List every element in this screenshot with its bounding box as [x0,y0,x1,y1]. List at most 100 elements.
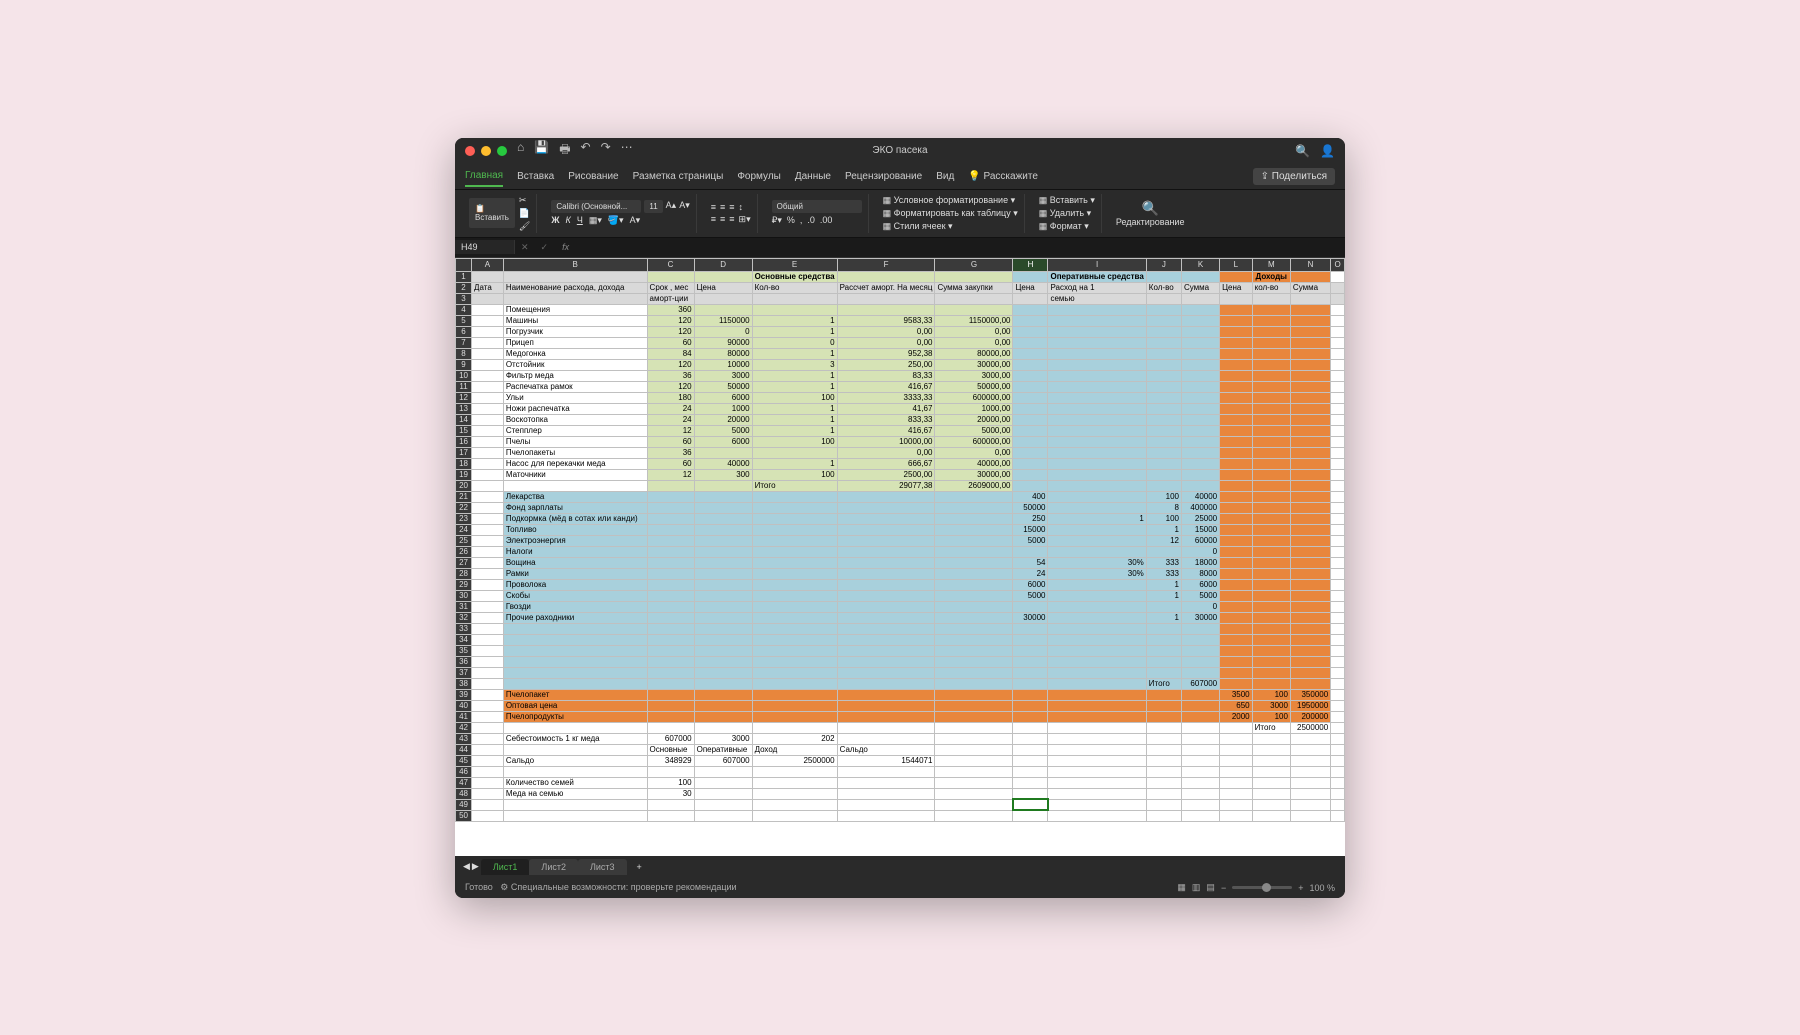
cell[interactable] [647,546,694,557]
cell[interactable] [1252,491,1290,502]
cell[interactable] [1048,524,1146,535]
cell[interactable] [694,293,752,304]
cell[interactable]: Машины [503,315,647,326]
cell[interactable]: 5000 [694,425,752,436]
save-icon[interactable]: 💾 [534,140,549,161]
cell[interactable] [1013,711,1048,722]
cell[interactable] [1252,667,1290,678]
cell[interactable]: Фонд зарплаты [503,502,647,513]
cell[interactable]: Сумма [1181,282,1219,293]
col-header[interactable]: H [1013,258,1048,271]
cell[interactable]: 20000,00 [935,414,1013,425]
cell[interactable] [1181,370,1219,381]
cell[interactable] [752,491,837,502]
cell[interactable] [1013,766,1048,777]
cell[interactable]: 2500000 [752,755,837,766]
view-break-icon[interactable]: ▤ [1206,882,1215,893]
cell[interactable] [935,711,1013,722]
cell[interactable]: Лекарства [503,491,647,502]
cell[interactable] [935,656,1013,667]
cell[interactable] [1146,392,1181,403]
cell[interactable] [472,700,504,711]
cell[interactable] [1290,788,1330,799]
cell[interactable] [1220,623,1253,634]
cell[interactable] [647,722,694,733]
cell[interactable] [472,590,504,601]
cell[interactable] [1146,667,1181,678]
cell[interactable] [752,601,837,612]
cell[interactable]: кол-во [1252,282,1290,293]
cell[interactable] [1220,755,1253,766]
cell[interactable] [472,557,504,568]
cell[interactable] [935,612,1013,623]
cell[interactable] [1220,733,1253,744]
zoom-out[interactable]: − [1221,883,1226,893]
cell[interactable] [694,546,752,557]
cell[interactable] [1220,557,1253,568]
cell[interactable] [935,524,1013,535]
cell[interactable] [1331,381,1345,392]
cell[interactable] [694,612,752,623]
cell[interactable]: Прочие раходники [503,612,647,623]
cell[interactable] [1252,502,1290,513]
cell[interactable]: 36 [647,447,694,458]
cell[interactable] [935,304,1013,315]
cell[interactable] [1290,480,1330,491]
cell[interactable] [837,766,935,777]
row-header[interactable]: 23 [456,513,472,524]
row-header[interactable]: 32 [456,612,472,623]
cell[interactable]: 1 [752,315,837,326]
cell[interactable]: Количество семей [503,777,647,788]
cell[interactable] [647,557,694,568]
cell[interactable]: 12 [647,469,694,480]
cell[interactable] [694,766,752,777]
cell[interactable]: 600000,00 [935,436,1013,447]
cell[interactable]: Электроэнергия [503,535,647,546]
cell[interactable]: 50000 [694,381,752,392]
cell[interactable] [752,777,837,788]
cell[interactable] [1181,634,1219,645]
cell[interactable] [1220,524,1253,535]
cell[interactable] [1013,722,1048,733]
cell[interactable] [837,667,935,678]
cell[interactable] [1290,678,1330,689]
cell[interactable]: 6000 [694,436,752,447]
cell[interactable] [472,513,504,524]
cell[interactable] [647,689,694,700]
cell[interactable] [1013,337,1048,348]
cell[interactable] [1290,403,1330,414]
cancel-icon[interactable]: ✕ [515,242,535,253]
cell[interactable]: аморт-ции [647,293,694,304]
cell[interactable] [935,568,1013,579]
cell[interactable]: 2000 [1220,711,1253,722]
cell[interactable]: 100 [752,392,837,403]
cell[interactable] [1146,788,1181,799]
cell[interactable] [1252,348,1290,359]
cell[interactable]: 1 [1146,612,1181,623]
cell[interactable] [1331,700,1345,711]
cell[interactable] [1220,480,1253,491]
cell[interactable] [1048,667,1146,678]
cell[interactable] [694,557,752,568]
cell[interactable]: Оперативные средства [1048,271,1146,282]
col-header[interactable]: M [1252,258,1290,271]
cell[interactable]: 100 [1146,491,1181,502]
cell[interactable] [1181,711,1219,722]
cell[interactable] [1146,370,1181,381]
row-header[interactable]: 24 [456,524,472,535]
cell[interactable] [1048,447,1146,458]
cell[interactable]: Прицеп [503,337,647,348]
cell[interactable]: 25000 [1181,513,1219,524]
cell[interactable] [1220,381,1253,392]
add-sheet-button[interactable]: + [629,859,650,875]
cell[interactable] [935,623,1013,634]
cell[interactable] [472,744,504,755]
cell[interactable] [1220,304,1253,315]
cell[interactable] [1220,513,1253,524]
cell[interactable] [1146,722,1181,733]
row-header[interactable]: 46 [456,766,472,777]
cell[interactable]: 0,00 [935,447,1013,458]
col-header[interactable]: I [1048,258,1146,271]
cell[interactable]: Вощина [503,557,647,568]
cell[interactable]: Кол-во [1146,282,1181,293]
